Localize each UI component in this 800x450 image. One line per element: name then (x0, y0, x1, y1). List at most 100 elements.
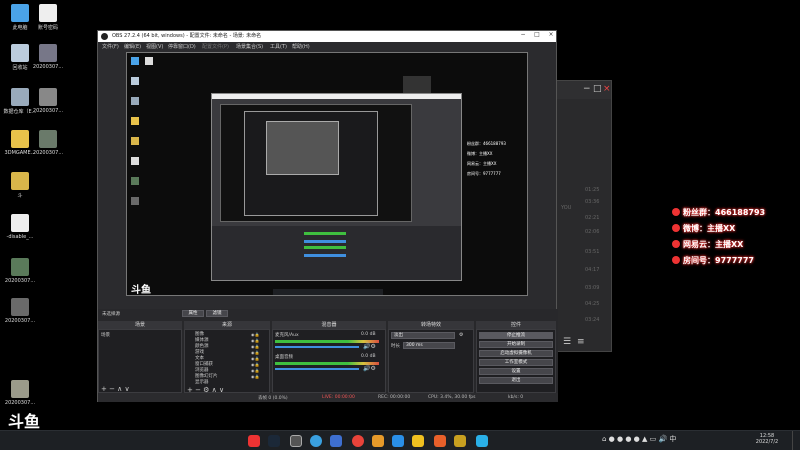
menu-profile[interactable]: 配置文件(P) (202, 43, 229, 50)
desktop-icon-disable[interactable]: -disable_... (0, 214, 40, 240)
image-icon (39, 44, 57, 62)
exit-button[interactable]: 退出 (479, 377, 553, 384)
document-icon (11, 214, 29, 232)
cpu-usage: CPU: 3.4%, 30.00 fps (428, 395, 476, 400)
obs-taskbar-icon[interactable] (290, 435, 302, 447)
speaker-icon[interactable]: 🔊⚙ (363, 343, 376, 350)
add-scene-icon[interactable]: + − ∧ ∨ (101, 385, 130, 393)
desktop-icon-account[interactable]: 账号密码 (28, 4, 68, 31)
track-duration: 02:06 (585, 229, 600, 235)
overlay-room: 房间号：9777777 (672, 255, 754, 266)
folder-icon (11, 130, 29, 148)
visibility-lock-icons[interactable]: ◉🔒 ◉🔒 ◉🔒 ◉🔒 ◉🔒 ◉🔒 ◉🔒 ◉🔒 (251, 332, 259, 380)
settings-button[interactable]: 设置 (479, 368, 553, 375)
menu-scene-collection[interactable]: 场景集合(S) (236, 43, 263, 50)
menu-file[interactable]: 文件(F) (102, 43, 119, 50)
clock-date: 2022/7/2 (755, 439, 779, 445)
tray-icons[interactable]: ⌂ ● ● ● ● ▲ ▭ 🔊 中 (602, 434, 676, 444)
mixer-db-mic: 0.0 dB (361, 332, 376, 337)
netease-music-icon[interactable] (352, 435, 364, 447)
transition-select[interactable]: 淡出 (391, 332, 455, 339)
document-icon (145, 57, 153, 65)
track-duration: 04:25 (585, 301, 600, 307)
transitions-panel-header: 转场特效 (388, 321, 474, 329)
mic-volume-slider[interactable] (275, 346, 359, 348)
gear-icon[interactable]: ⚙ (459, 332, 463, 338)
close-icon[interactable]: × (603, 84, 611, 94)
scene-item[interactable]: 场景 (101, 332, 110, 338)
preview-canvas[interactable]: 斗鱼 粉丝群：466188793 微博：主播XX 网易云：主播XX 房间号：97… (126, 52, 528, 296)
desktop-icon-image-6[interactable]: 20200307... (0, 380, 40, 406)
overlay-small-room: 房间号：9777777 (467, 171, 501, 176)
desktop-icon-image-3[interactable]: 20200307... (28, 130, 68, 156)
folder-icon (11, 172, 29, 190)
no-source-label: 未选择源 (102, 312, 120, 317)
live-time: LIVE: 00:00:00 (322, 395, 355, 400)
taskbar: ⌂ ● ● ● ● ▲ ▭ 🔊 中 12:58 2022/7/2 (0, 430, 800, 450)
desktop-icon-image-5[interactable]: 20200307... (0, 298, 40, 324)
mixer-channel-desktop: 桌面音频 (275, 355, 293, 360)
desktop-icon-image-4[interactable]: 20200307... (0, 258, 40, 284)
show-desktop-button[interactable] (792, 431, 800, 450)
app-icon[interactable] (434, 435, 446, 447)
lyrics-icon[interactable]: ≡ (577, 337, 585, 347)
menu-view[interactable]: 视图(V) (146, 43, 163, 50)
desktop-icon-image-2[interactable]: 20200307... (28, 88, 68, 114)
controls-panel-header: 控件 (476, 321, 556, 329)
browser-icon[interactable] (310, 435, 322, 447)
obs-titlebar: OBS 27.2.4 (64 bit, windows) - 配置文件: 未命名… (98, 31, 556, 42)
overlay-small-weibo: 微博：主播XX (467, 151, 493, 156)
image-icon (39, 88, 57, 106)
desktop-icon-image-1[interactable]: 20200307... (28, 44, 68, 70)
folder-icon[interactable] (412, 435, 424, 447)
app-icon[interactable] (330, 435, 342, 447)
fans-icon (672, 208, 680, 216)
rec-time: REC: 00:00:00 (378, 395, 411, 400)
home-icon (672, 256, 680, 264)
document-icon (131, 157, 139, 165)
app-icon[interactable] (476, 435, 488, 447)
folder-icon (131, 117, 139, 125)
app-icon[interactable] (248, 435, 260, 447)
steam-icon[interactable] (268, 435, 280, 447)
maximize-icon[interactable]: □ (530, 31, 544, 38)
menu-help[interactable]: 帮助(H) (292, 43, 310, 50)
track-duration: 03:36 (585, 199, 600, 205)
douyu-logo: 斗鱼 (8, 412, 41, 431)
playlist-icon[interactable]: ☰ (563, 337, 571, 347)
desktop-icon-folder-dou[interactable]: 斗 (0, 172, 40, 199)
douyu-logo: 斗鱼 (131, 285, 151, 296)
app-icon[interactable] (392, 435, 404, 447)
duration-input[interactable]: 300 ms (403, 342, 455, 349)
start-recording-button[interactable]: 开始录制 (479, 341, 553, 348)
virtual-camera-button[interactable]: 启动虚拟摄像机 (479, 350, 553, 357)
menu-docks[interactable]: 停靠窗口(D) (168, 43, 196, 50)
kbps: kb/s: 0 (508, 395, 524, 400)
speaker-icon[interactable]: 🔊⚙ (363, 365, 376, 372)
app-icon[interactable] (454, 435, 466, 447)
minimize-icon[interactable]: − (583, 84, 591, 94)
drive-icon (11, 88, 29, 106)
minimize-icon[interactable]: − (516, 31, 530, 38)
filters-button[interactable]: 滤镜 (206, 310, 228, 317)
source-item[interactable]: 显示器 (195, 379, 209, 385)
obs-window[interactable]: OBS 27.2.4 (64 bit, windows) - 配置文件: 未命名… (97, 30, 558, 402)
track-duration: 03:51 (585, 249, 600, 255)
scenes-panel-header: 场景 (98, 321, 182, 329)
menu-tools[interactable]: 工具(T) (270, 43, 287, 50)
maximize-icon[interactable]: □ (593, 84, 602, 94)
desktop-volume-slider[interactable] (275, 368, 359, 370)
close-icon[interactable]: × (544, 31, 558, 38)
stop-streaming-button[interactable]: 停止推流 (479, 332, 553, 339)
recycle-bin-icon (11, 44, 29, 62)
menu-edit[interactable]: 编辑(E) (124, 43, 141, 50)
properties-button[interactable]: 属性 (182, 310, 204, 317)
mixer-panel-header: 混音器 (272, 321, 386, 329)
app-icon[interactable] (372, 435, 384, 447)
recycle-bin-icon (131, 77, 139, 85)
track-duration: 03:09 (585, 285, 600, 291)
studio-mode-button[interactable]: 工作室模式 (479, 359, 553, 366)
clock[interactable]: 12:58 2022/7/2 (752, 433, 782, 445)
transitions-panel: 淡出 ⚙ 时长 300 ms (388, 329, 474, 393)
sources-panel: 图像 媒体源 颜色源 游戏 文本 窗口捕获 浏览器 图像幻灯片 显示器 + − … (184, 329, 270, 394)
